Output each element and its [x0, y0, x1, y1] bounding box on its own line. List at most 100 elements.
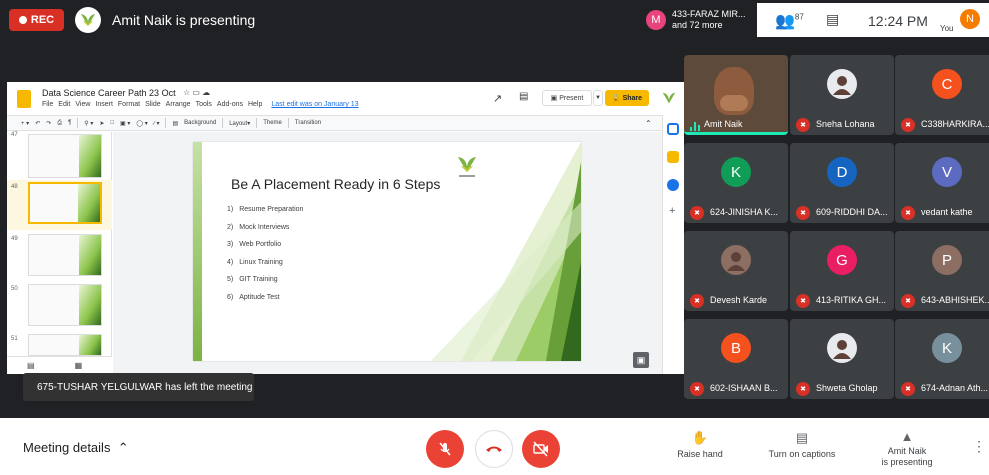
participant-tile[interactable]: V ✖ vedant kathe	[895, 143, 989, 223]
meeting-details-button[interactable]: Meeting details ⌃	[23, 440, 129, 456]
menu-slide[interactable]: Slide	[145, 101, 161, 108]
menu-insert[interactable]: Insert	[95, 101, 113, 108]
menu-edit[interactable]: Edit	[58, 101, 70, 108]
participant-name: 602-ISHAAN B...	[710, 383, 778, 393]
slide-green-graphic	[431, 142, 581, 361]
participant-tile[interactable]: D ✖ 609-RIDDHI DA...	[790, 143, 894, 223]
raised-hands-text: 433-FARAZ MIR... and 72 more	[672, 9, 746, 31]
butterfly-logo-icon	[455, 154, 479, 180]
captions-button[interactable]: ▤ Turn on captions	[764, 430, 840, 459]
list-view-icon[interactable]: ▤	[27, 361, 35, 370]
tasks-icon[interactable]	[667, 179, 679, 191]
zoom-icon[interactable]: ⚲ ▾	[84, 120, 93, 127]
toolbar-transition[interactable]: Transition	[295, 120, 321, 126]
comment-add-icon[interactable]: ▤	[172, 120, 178, 127]
participant-tile[interactable]: B ✖ 602-ISHAAN B...	[684, 319, 788, 399]
editor-toolbar: + ▾ ↶ ↷ ⎙ ¶ ⚲ ▾ ➤ □ ▣ ▾ ◯ ▾ ∕ ▾ ▤ Backgr…	[7, 115, 667, 131]
participant-tile[interactable]: ✖ Devesh Karde	[684, 231, 788, 311]
step-number: 6)	[227, 293, 234, 301]
add-icon[interactable]: + ▾	[21, 120, 29, 127]
participant-tile[interactable]: ✖ Shweta Gholap	[790, 319, 894, 399]
redo-icon[interactable]: ↷	[46, 120, 51, 127]
participant-tile[interactable]: K ✖ 674-Adnan Ath...	[895, 319, 989, 399]
people-button[interactable]: 👥87	[775, 11, 804, 31]
divider	[77, 118, 79, 128]
toolbar-background[interactable]: Background	[184, 120, 216, 126]
menu-tools[interactable]: Tools	[196, 101, 212, 108]
participant-tile[interactable]: P ✖ 643-ABHISHEK...	[895, 231, 989, 311]
self-avatar[interactable]: N You	[940, 7, 988, 35]
line-icon[interactable]: ∕ ▾	[154, 120, 160, 127]
menu-view[interactable]: View	[75, 101, 90, 108]
keep-icon[interactable]	[667, 151, 679, 163]
menu-format[interactable]: Format	[118, 101, 140, 108]
slide-thumbnail[interactable]	[28, 234, 102, 276]
paint-format-icon[interactable]: ¶	[68, 120, 71, 126]
print-icon[interactable]: ⎙	[57, 120, 62, 127]
chat-icon[interactable]: ▤	[826, 11, 839, 28]
shape-icon[interactable]: ◯ ▾	[136, 120, 147, 127]
raise-hand-button[interactable]: ✋ Raise hand	[676, 430, 724, 459]
toolbar-theme[interactable]: Theme	[263, 120, 282, 126]
participant-name: 643-ABHISHEK...	[921, 295, 989, 305]
menu-file[interactable]: File	[42, 101, 53, 108]
thumb-number: 48	[11, 184, 18, 190]
slide-accent-bar	[193, 142, 202, 361]
participant-name: C338HARKIRA...	[921, 119, 989, 129]
slide-steps-list: 1) Resume Preparation 2) Mock Interviews 3…	[227, 206, 303, 311]
doc-title[interactable]: Data Science Career Path 23 Oct	[42, 88, 176, 98]
toolbar-layout[interactable]: Layout▾	[229, 120, 250, 127]
butterfly-logo-icon[interactable]	[661, 90, 677, 106]
bottom-bar: Meeting details ⌃ ✋ Raise hand ▤ Turn on…	[0, 418, 989, 475]
expand-icon[interactable]: ▣	[633, 352, 649, 368]
raised-hands-chip[interactable]: M 433-FARAZ MIR... and 72 more	[640, 3, 757, 37]
chevron-down-icon[interactable]: ▼	[593, 90, 603, 106]
avatar: P	[932, 245, 962, 275]
menu-addons[interactable]: Add-ons	[217, 101, 243, 108]
star-icon[interactable]: ☆ ▭ ☁	[183, 88, 210, 97]
mic-off-icon	[439, 442, 451, 456]
chevron-up-icon: ⌃	[114, 440, 129, 455]
participant-tile[interactable]: G ✖ 413-RITIKA GH...	[790, 231, 894, 311]
participant-tile[interactable]: Amit Naik	[684, 55, 788, 135]
camera-off-button[interactable]	[522, 430, 560, 468]
last-edit-link[interactable]: Last edit was on January 13	[271, 101, 358, 108]
divider	[165, 118, 167, 128]
present-button[interactable]: ▣ Present	[542, 90, 592, 106]
grid-view-icon[interactable]: ▦	[75, 361, 83, 370]
activity-icon[interactable]: ↗	[493, 92, 502, 105]
slide-thumbnail[interactable]	[28, 134, 102, 178]
textbox-icon[interactable]: □	[110, 120, 114, 126]
profile-photo	[827, 333, 857, 363]
presenting-button[interactable]: ▲ Amit Naik is presenting	[876, 430, 938, 468]
clock: 12:24 PM	[868, 13, 928, 29]
comment-icon[interactable]: ▤	[519, 91, 528, 102]
undo-icon[interactable]: ↶	[35, 120, 40, 127]
participant-name: Shweta Gholap	[816, 383, 878, 393]
calendar-icon[interactable]	[667, 123, 679, 135]
participant-tile[interactable]: C ✖ C338HARKIRA...	[895, 55, 989, 135]
share-button[interactable]: 🔒 Share	[605, 90, 649, 106]
chevron-up-icon[interactable]: ⌃	[645, 119, 652, 128]
slide-thumbnail-active[interactable]	[28, 182, 102, 224]
menu-help[interactable]: Help	[248, 101, 262, 108]
mic-off-button[interactable]	[426, 430, 464, 468]
slide-thumbnail[interactable]	[28, 284, 102, 326]
select-icon[interactable]: ➤	[99, 120, 104, 127]
more-options-icon[interactable]: ⋮	[972, 438, 986, 455]
image-icon[interactable]: ▣ ▾	[120, 120, 130, 127]
people-count: 87	[794, 12, 804, 22]
slide-thumbnail[interactable]	[28, 334, 102, 356]
raise-hand-label: Raise hand	[677, 449, 723, 459]
captions-icon: ▤	[795, 430, 809, 445]
add-addon-icon[interactable]: +	[669, 205, 675, 217]
avatar: B	[721, 333, 751, 363]
list-item: 5) GIT Training	[227, 276, 303, 294]
people-icon: 👥	[775, 13, 795, 30]
participant-tile[interactable]: K ✖ 624-JINISHA K...	[684, 143, 788, 223]
participant-tile[interactable]: ✖ Sneha Lohana	[790, 55, 894, 135]
hang-up-button[interactable]	[475, 430, 513, 468]
menu-arrange[interactable]: Arrange	[166, 101, 191, 108]
current-slide[interactable]: Be A Placement Ready in 6 Steps 1) Resume…	[193, 142, 581, 361]
list-item: 6) Aptitude Test	[227, 294, 303, 312]
